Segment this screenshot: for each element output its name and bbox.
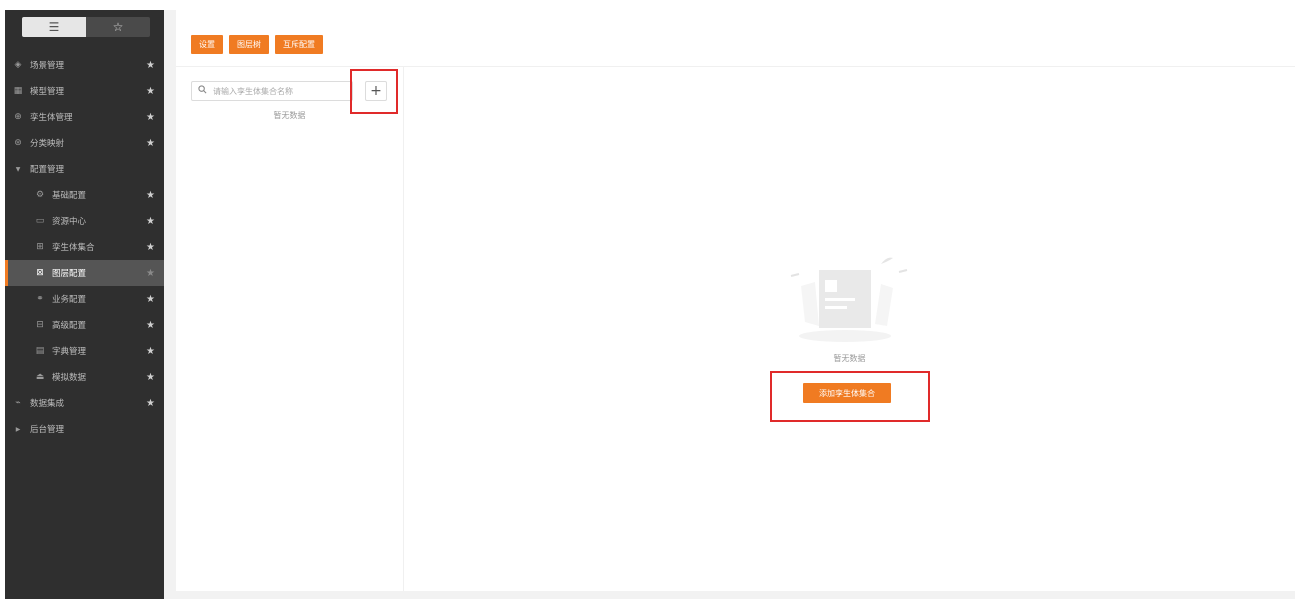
sidebar-item-label: 业务配置 bbox=[52, 295, 87, 305]
panel-divider bbox=[403, 67, 404, 591]
sidebar-item-3[interactable]: ⊛ 分类映射 ★ bbox=[5, 130, 164, 156]
sidebar-item-10[interactable]: ⊟ 高级配置 ★ bbox=[5, 312, 164, 338]
settings-button[interactable]: 设置 bbox=[191, 35, 223, 54]
settings-icon: ⚙ bbox=[35, 190, 45, 200]
favorite-star-icon[interactable]: ★ bbox=[146, 234, 155, 260]
main-empty-text: 暂无数据 bbox=[833, 354, 866, 363]
dictionary-icon: ▤ bbox=[35, 346, 45, 356]
sidebar-item-12[interactable]: ⏏ 模拟数据 ★ bbox=[5, 364, 164, 390]
caret-down-icon: ▼ bbox=[15, 165, 21, 173]
collection-search[interactable]: 请输入孪生体集合名称 bbox=[191, 81, 353, 101]
globe-icon: ⊕ bbox=[14, 112, 22, 122]
favorite-star-icon[interactable]: ★ bbox=[146, 338, 155, 364]
content-gutter bbox=[164, 10, 176, 599]
sidebar-item-1[interactable]: ▦ 模型管理 ★ bbox=[5, 78, 164, 104]
sidebar-item-label: 图层配置 bbox=[52, 269, 87, 279]
sidebar-item-14[interactable]: ▶ 后台管理 bbox=[5, 416, 164, 442]
sidebar-item-8[interactable]: ⊠ 图层配置 ★ bbox=[5, 260, 164, 286]
favorite-star-icon[interactable]: ★ bbox=[146, 104, 155, 130]
favorite-star-icon[interactable]: ★ bbox=[146, 52, 155, 78]
menu-list-tab[interactable]: ☰ bbox=[22, 17, 86, 37]
sidebar-menu: ◈ 场景管理 ★ ▦ 模型管理 ★ ⊕ 孪生体管理 ★ ⊛ 分类映射 ★ ▼ 配置管理 ⚙ 基础配置 ★ ▭ 资源中… bbox=[5, 52, 164, 442]
caret-right-icon: ▶ bbox=[15, 425, 21, 433]
top-border bbox=[0, 0, 1295, 10]
sidebar-item-label: 后台管理 bbox=[30, 425, 65, 435]
sidebar-item-label: 模型管理 bbox=[30, 87, 65, 97]
sidebar-item-label: 孪生体集合 bbox=[52, 243, 95, 253]
sidebar-tabs: ☰ ☆ bbox=[22, 17, 150, 37]
sidebar-item-label: 配置管理 bbox=[30, 165, 65, 175]
layer-config-icon: ⊠ bbox=[36, 268, 44, 278]
sidebar-item-label: 字典管理 bbox=[52, 347, 87, 357]
layers-icon: ◈ bbox=[14, 60, 22, 70]
favorite-star-icon[interactable]: ★ bbox=[146, 130, 155, 156]
list-icon: ☰ bbox=[48, 20, 60, 34]
sidebar-item-6[interactable]: ▭ 资源中心 ★ bbox=[5, 208, 164, 234]
sidebar-item-label: 场景管理 bbox=[30, 61, 65, 71]
left-empty-text: 暂无数据 bbox=[273, 111, 306, 120]
sidebar-item-2[interactable]: ⊕ 孪生体管理 ★ bbox=[5, 104, 164, 130]
sidebar: ☰ ☆ ◈ 场景管理 ★ ▦ 模型管理 ★ ⊕ 孪生体管理 ★ ⊛ 分类映射 ★ ▼ 配置管理 ⚙ 基础配置 ★… bbox=[5, 10, 164, 599]
search-placeholder: 请输入孪生体集合名称 bbox=[213, 86, 293, 96]
business-icon: ⚭ bbox=[36, 294, 44, 304]
highlight-box-add-button bbox=[770, 371, 930, 422]
layer-tree-button[interactable]: 图层树 bbox=[229, 35, 269, 54]
favorite-star-icon[interactable]: ★ bbox=[146, 182, 155, 208]
favorite-star-icon[interactable]: ★ bbox=[146, 286, 155, 312]
star-outline-icon: ☆ bbox=[112, 20, 124, 34]
sidebar-item-label: 孪生体管理 bbox=[30, 113, 73, 123]
favorite-star-icon[interactable]: ★ bbox=[146, 208, 155, 234]
favorite-star-icon[interactable]: ★ bbox=[146, 260, 155, 286]
favorites-tab[interactable]: ☆ bbox=[86, 17, 150, 37]
sidebar-item-label: 模拟数据 bbox=[52, 373, 87, 383]
search-icon bbox=[198, 85, 207, 97]
empty-state-illustration bbox=[790, 257, 908, 342]
folder-icon: ▭ bbox=[35, 216, 45, 226]
favorite-star-icon[interactable]: ★ bbox=[146, 312, 155, 338]
sidebar-item-label: 基础配置 bbox=[52, 191, 87, 201]
toolbar-divider bbox=[176, 66, 1295, 67]
bottom-gutter bbox=[164, 591, 1295, 599]
mock-data-icon: ⏏ bbox=[35, 372, 45, 382]
favorite-star-icon[interactable]: ★ bbox=[146, 78, 155, 104]
favorite-star-icon[interactable]: ★ bbox=[146, 364, 155, 390]
sidebar-item-9[interactable]: ⚭ 业务配置 ★ bbox=[5, 286, 164, 312]
collection-icon: ⊞ bbox=[36, 242, 44, 252]
highlight-box-plus bbox=[350, 69, 398, 114]
sidebar-item-11[interactable]: ▤ 字典管理 ★ bbox=[5, 338, 164, 364]
sidebar-item-label: 资源中心 bbox=[52, 217, 87, 227]
sidebar-item-7[interactable]: ⊞ 孪生体集合 ★ bbox=[5, 234, 164, 260]
sidebar-item-label: 数据集成 bbox=[30, 399, 65, 409]
sidebar-item-label: 分类映射 bbox=[30, 139, 65, 149]
toolbar: 设置 图层树 互斥配置 bbox=[191, 35, 323, 54]
favorite-star-icon[interactable]: ★ bbox=[146, 390, 155, 416]
mapping-icon: ⊛ bbox=[14, 138, 22, 148]
sidebar-item-5[interactable]: ⚙ 基础配置 ★ bbox=[5, 182, 164, 208]
sidebar-item-4[interactable]: ▼ 配置管理 bbox=[5, 156, 164, 182]
main-content: 设置 图层树 互斥配置 请输入孪生体集合名称 + 暂无数据 暂无数据 添加孪生体… bbox=[176, 20, 1295, 591]
sidebar-item-0[interactable]: ◈ 场景管理 ★ bbox=[5, 52, 164, 78]
mutex-config-button[interactable]: 互斥配置 bbox=[275, 35, 323, 54]
advanced-icon: ⊟ bbox=[36, 320, 44, 330]
sidebar-item-label: 高级配置 bbox=[52, 321, 87, 331]
sidebar-item-13[interactable]: ⌁ 数据集成 ★ bbox=[5, 390, 164, 416]
model-icon: ▦ bbox=[13, 86, 23, 96]
chart-line-icon: ⌁ bbox=[15, 398, 21, 408]
